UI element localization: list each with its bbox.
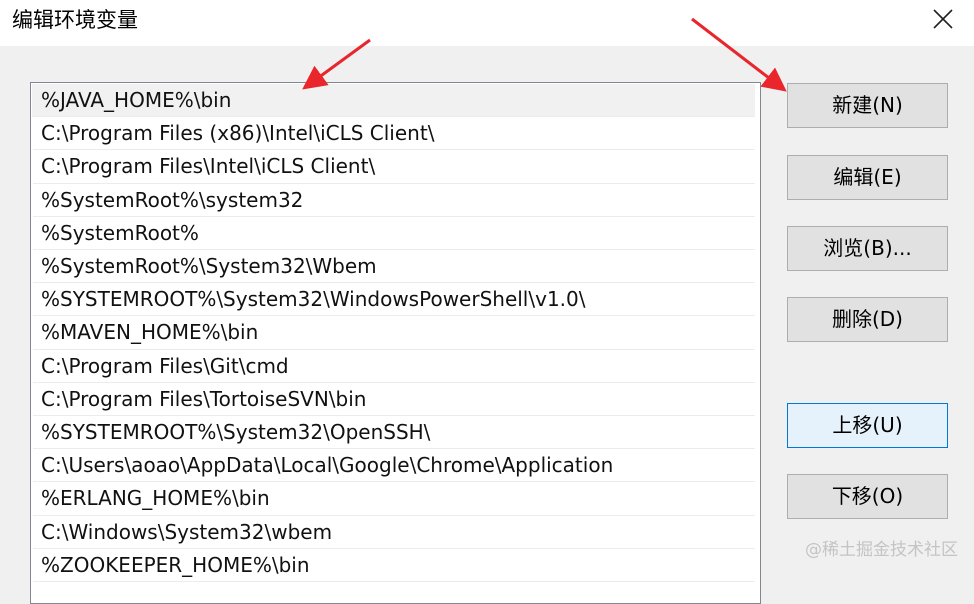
list-row-divider: [33, 581, 755, 582]
annotation-arrow-list: [302, 38, 371, 90]
annotation-arrows: [302, 17, 787, 92]
annotation-arrow-new: [691, 17, 787, 92]
